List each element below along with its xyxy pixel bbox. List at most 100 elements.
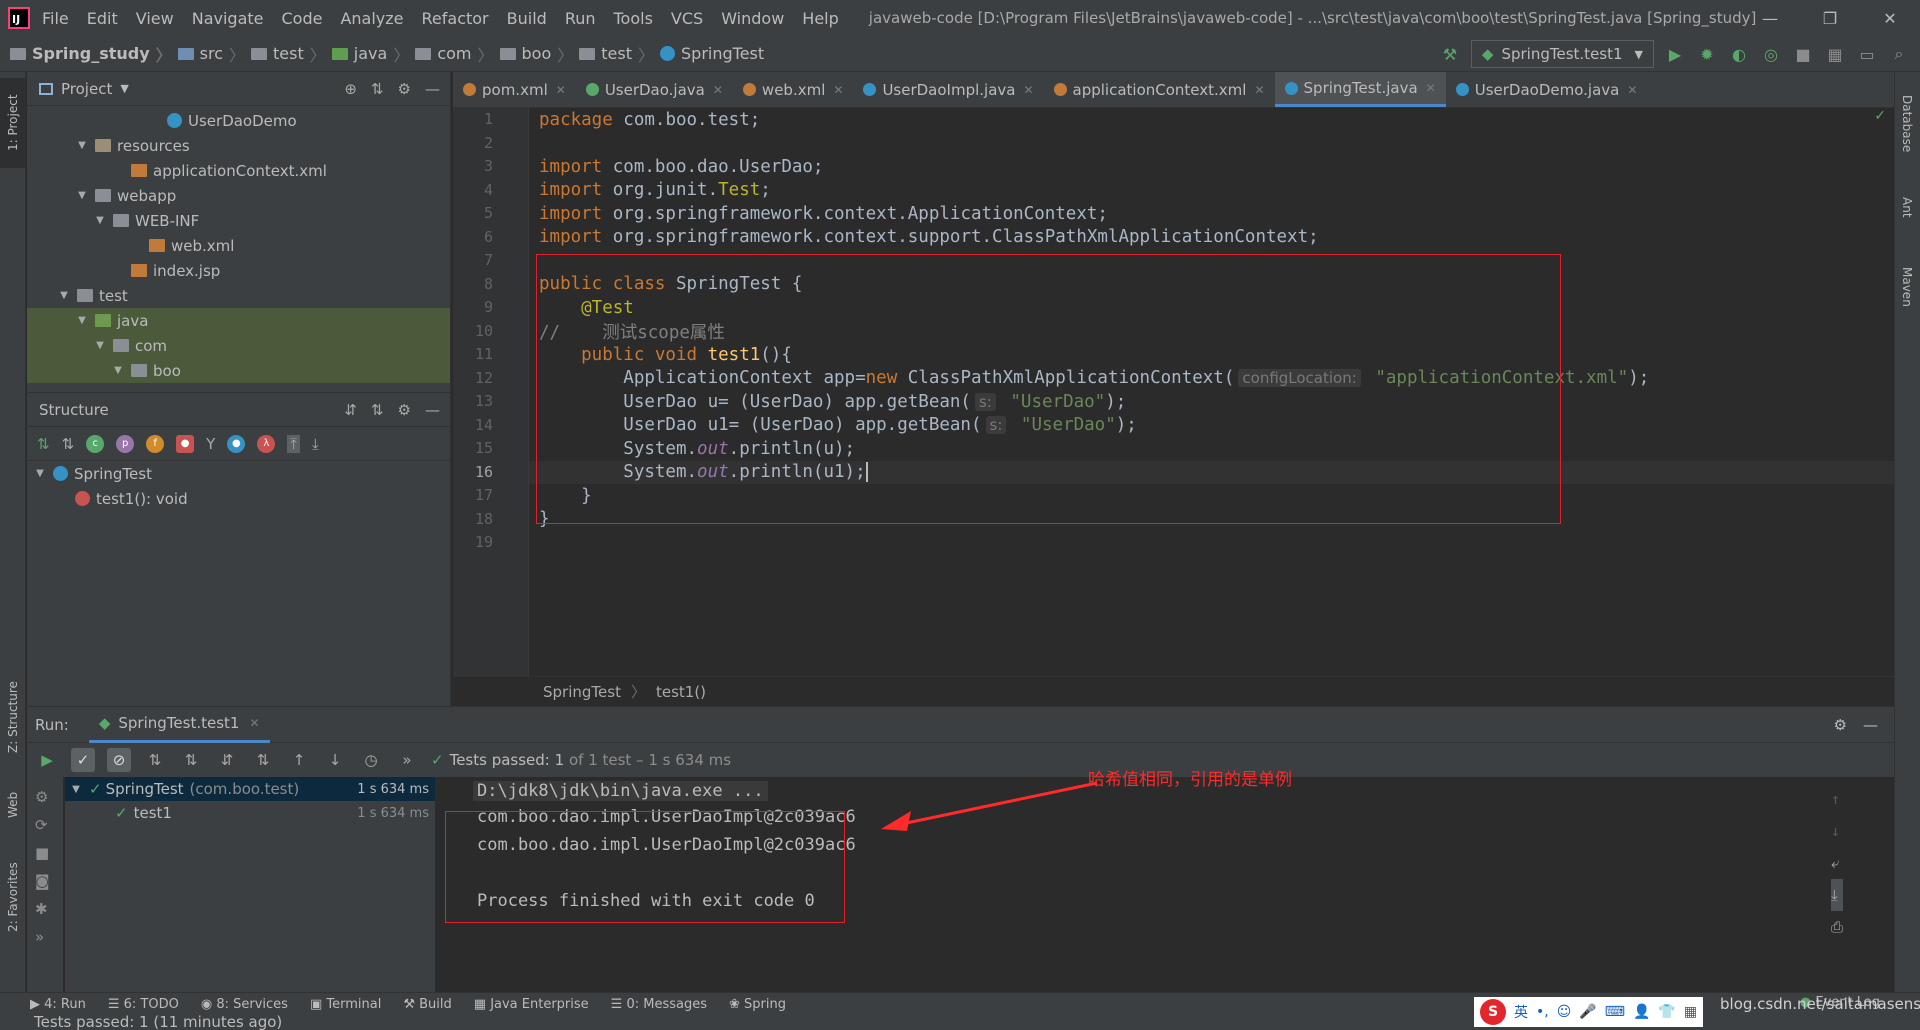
locate-icon[interactable]: ⊕ [344,80,357,98]
project-tree-item[interactable]: ▼ java [27,308,450,333]
stop-icon[interactable]: ■ [35,839,55,867]
project-structure-icon[interactable]: ▦ [1824,43,1846,65]
menu-run[interactable]: Run [565,9,596,28]
hide-icon[interactable]: — [1863,716,1878,734]
coverage-icon[interactable]: ◐ [1728,43,1750,65]
editor-breadcrumb-method[interactable]: test1() [656,683,706,701]
close-icon[interactable]: ✕ [833,83,843,97]
close-icon[interactable]: ✕ [1254,83,1264,97]
more-icon[interactable]: » [35,923,55,951]
expand-all-icon[interactable]: ⇵ [215,748,239,772]
structure-class-node[interactable]: ▼ SpringTest [27,461,450,486]
breadcrumb-test[interactable]: test 〉 [251,42,326,66]
show-passed-icon[interactable]: ✓ [71,748,95,772]
menu-vcs[interactable]: VCS [671,9,703,28]
breadcrumb-boo[interactable]: boo 〉 [499,42,573,66]
keyboard-icon[interactable]: ⌨ [1605,1004,1625,1020]
camera-icon[interactable]: ◙ [35,867,55,895]
editor-tab[interactable]: UserDaoDemo.java ✕ [1446,72,1648,107]
scroll-down-icon[interactable]: ↓ [1831,815,1843,847]
menu-code[interactable]: Code [282,9,323,28]
collapse-all-icon[interactable]: ⇅ [371,80,384,98]
run-icon[interactable]: ▶ [1664,43,1686,65]
bottom-tab-spring[interactable]: ❀ Spring [729,997,786,1012]
stop-icon[interactable]: ■ [1792,43,1814,65]
settings-icon[interactable]: ✱ [35,895,55,923]
expand-arrow-icon[interactable]: ▼ [75,190,89,201]
ime-toolbar[interactable]: S 英 •, ☺ 🎤 ⌨ 👤 👕 ▦ [1474,997,1704,1027]
close-icon[interactable]: ✕ [249,716,259,730]
expand-arrow-icon[interactable]: ▼ [57,290,71,301]
filter-icon[interactable]: Y [206,435,215,453]
tool-tab-web[interactable]: Web [0,780,26,830]
microphone-icon[interactable]: 🎤 [1579,1004,1596,1020]
scroll-up-icon[interactable]: ↑ [1831,783,1843,815]
gear-icon[interactable]: ⚙ [1834,716,1847,734]
expand-arrow-icon[interactable]: ▼ [93,340,107,351]
soft-wrap-icon[interactable]: ⤶ [1831,847,1843,879]
hide-icon[interactable]: — [425,80,440,98]
sort-duration-icon[interactable]: ⇅ [179,748,203,772]
project-tree-item[interactable]: index.jsp [27,258,450,283]
sort-alpha-icon[interactable]: ⇅ [143,748,167,772]
breadcrumb-class[interactable]: SpringTest [660,44,764,63]
project-tree-item[interactable]: ▼ boo [27,358,450,383]
close-icon[interactable]: ✕ [1627,83,1637,97]
hide-icon[interactable]: — [425,401,440,419]
ime-language[interactable]: 英 [1514,1002,1528,1022]
show-ignored-icon[interactable]: ⊘ [107,748,131,772]
editor-breadcrumb-class[interactable]: SpringTest [543,683,621,701]
menu-navigate[interactable]: Navigate [192,9,264,28]
rerun-icon[interactable]: ▶ [35,748,59,772]
project-tree-item[interactable]: UserDaoDemo [27,108,450,133]
project-tree-item[interactable]: ▼ test [27,283,450,308]
code-editor[interactable]: 1 2 3 4 5 6 7 8 9 10 11 12 13 14 15 16 17 18 19 package co… [453,108,1894,676]
close-button[interactable]: ✕ [1860,0,1920,36]
tool-tab-structure[interactable]: Z: Structure [0,672,26,762]
grid-icon[interactable]: ▦ [1684,1004,1697,1020]
close-icon[interactable]: ✕ [1426,81,1436,95]
project-tree-item[interactable]: ▼ resources [27,133,450,158]
project-tree-item[interactable]: web.xml [27,233,450,258]
menu-refactor[interactable]: Refactor [422,9,489,28]
emoji-icon[interactable]: ☺ [1557,1004,1572,1020]
menu-window[interactable]: Window [721,9,784,28]
tool-tab-ant[interactable]: Ant [1894,182,1920,232]
gear-icon[interactable]: ⚙ [398,401,411,419]
project-tree-item[interactable]: ▼ webapp [27,183,450,208]
editor-tab[interactable]: pom.xml ✕ [453,72,576,107]
breadcrumb-module[interactable]: Spring_study 〉 [10,42,172,66]
scroll-to-end-icon[interactable]: ⤓ [1830,879,1843,911]
bottom-tab-messages[interactable]: ☰ 0: Messages [611,997,707,1012]
expand-arrow-icon[interactable]: ▼ [75,315,89,326]
minimize-button[interactable]: — [1740,0,1800,36]
close-icon[interactable]: ✕ [556,83,566,97]
collapse-all-icon[interactable]: ⇅ [251,748,275,772]
editor-tab[interactable]: UserDaoImpl.java ✕ [853,72,1043,107]
gear-icon[interactable]: ⚙ [398,80,411,98]
prev-failed-icon[interactable]: ↑ [287,748,311,772]
project-tree-item[interactable]: ▼ WEB-INF [27,208,450,233]
project-panel-title[interactable]: Project [61,80,112,98]
layout-icon[interactable]: ▭ [1856,43,1878,65]
menu-edit[interactable]: Edit [87,9,118,28]
search-icon[interactable]: ⌕ [1888,43,1910,65]
more-icon[interactable]: » [395,748,419,772]
show-lambdas-icon[interactable]: λ [257,434,276,453]
tool-tab-favorites[interactable]: 2: Favorites [0,852,26,942]
restore-button[interactable]: ❐ [1800,0,1860,36]
console-output[interactable]: D:\jdk8\jdk\bin\java.exe ... com.boo.dao… [437,777,1857,993]
punctuation-icon[interactable]: •, [1536,1004,1549,1020]
breadcrumb-com[interactable]: com 〉 [415,42,494,66]
profile-icon[interactable]: ◎ [1760,43,1782,65]
tool-tab-project[interactable]: 1: Project [0,78,26,168]
tool-tab-maven[interactable]: Maven [1894,252,1920,322]
menu-analyze[interactable]: Analyze [340,9,403,28]
close-icon[interactable]: ✕ [713,83,723,97]
editor-tab[interactable]: applicationContext.xml ✕ [1044,72,1275,107]
editor-tab[interactable]: web.xml ✕ [733,72,854,107]
breadcrumb-test-pkg[interactable]: test 〉 [579,42,654,66]
next-failed-icon[interactable]: ↓ [323,748,347,772]
show-fields-icon[interactable]: f [146,434,165,453]
expand-arrow-icon[interactable]: ▼ [111,365,125,376]
